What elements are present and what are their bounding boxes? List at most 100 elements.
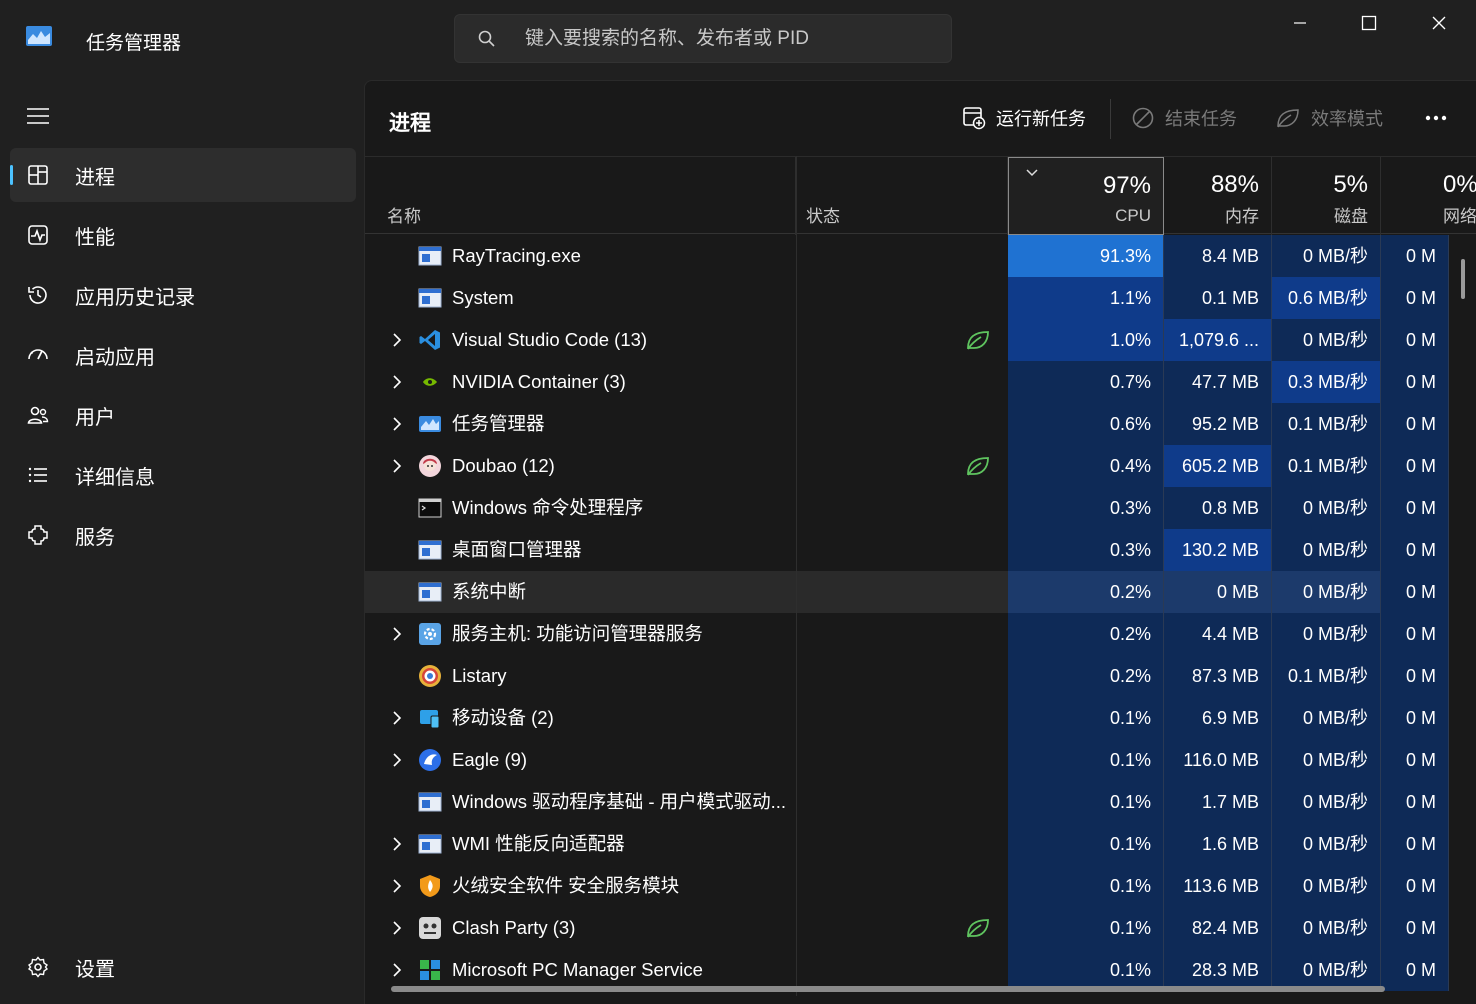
chevron-right-icon[interactable] <box>389 416 405 432</box>
table-row[interactable]: Windows 命令处理程序 0.3% 0.8 MB 0 MB/秒 0 M <box>365 487 1476 529</box>
sidebar-item-services[interactable]: 服务 <box>10 508 356 562</box>
memory-cell: 130.2 MB <box>1164 529 1272 571</box>
disk-cell: 0 MB/秒 <box>1272 319 1381 361</box>
chevron-right-icon[interactable] <box>389 374 405 390</box>
horizontal-scrollbar[interactable] <box>391 986 1385 992</box>
process-name: RayTracing.exe <box>452 245 581 266</box>
end-task-button[interactable]: 结束任务 <box>1131 101 1237 135</box>
chevron-right-icon[interactable] <box>389 752 405 768</box>
table-row[interactable]: Clash Party (3) 0.1% 82.4 MB 0 MB/秒 0 M <box>365 907 1476 949</box>
hamburger-menu-icon[interactable] <box>24 104 54 126</box>
memory-cell: 1.7 MB <box>1164 781 1272 823</box>
chevron-right-icon[interactable] <box>389 332 405 348</box>
table-row[interactable]: NVIDIA Container (3) 0.7% 47.7 MB 0.3 MB/秒 0… <box>365 361 1476 403</box>
table-row[interactable]: 服务主机: 功能访问管理器服务 0.2% 4.4 MB 0 MB/秒 0 M <box>365 613 1476 655</box>
cpu-total-percent: 97% <box>1102 172 1151 199</box>
processes-panel: 进程 运行新任务 结束任务 效率模式 名称 状态 97% CPU 88% 内存 … <box>364 80 1476 1004</box>
column-header-label: CPU <box>1115 206 1151 225</box>
performance-icon <box>28 225 48 245</box>
window-app-icon <box>418 288 442 308</box>
table-row[interactable]: WMI 性能反向适配器 0.1% 1.6 MB 0 MB/秒 0 M <box>365 823 1476 865</box>
disk-cell: 0.3 MB/秒 <box>1272 361 1381 403</box>
efficiency-mode-leaf-icon <box>967 919 989 938</box>
table-row[interactable]: System 1.1% 0.1 MB 0.6 MB/秒 0 M <box>365 277 1476 319</box>
column-header-disk[interactable]: 5% 磁盘 <box>1272 157 1381 235</box>
search-box[interactable] <box>454 14 952 63</box>
chevron-right-icon[interactable] <box>389 920 405 936</box>
memory-cell: 82.4 MB <box>1164 907 1272 949</box>
column-header-name[interactable]: 名称 <box>365 157 796 235</box>
chevron-right-icon[interactable] <box>389 836 405 852</box>
more-options-icon[interactable] <box>1423 103 1453 133</box>
memory-cell: 95.2 MB <box>1164 403 1272 445</box>
chevron-right-icon[interactable] <box>389 626 405 642</box>
cpu-cell: 0.2% <box>1008 613 1164 655</box>
sidebar-item-settings[interactable]: 设置 <box>10 940 356 994</box>
clash-icon <box>419 917 441 939</box>
minimize-button[interactable] <box>1265 0 1335 46</box>
disk-cell: 0 MB/秒 <box>1272 781 1381 823</box>
cpu-cell: 0.3% <box>1008 487 1164 529</box>
cpu-cell: 0.1% <box>1008 739 1164 781</box>
processes-icon <box>28 165 48 185</box>
efficiency-mode-label: 效率模式 <box>1311 109 1383 129</box>
leaf-icon <box>1277 109 1299 128</box>
cpu-cell: 0.1% <box>1008 823 1164 865</box>
mobile-device-icon <box>420 710 440 729</box>
table-row[interactable]: Windows 驱动程序基础 - 用户模式驱动... 0.1% 1.7 MB 0 MB… <box>365 781 1476 823</box>
doubao-icon <box>419 455 441 477</box>
table-row[interactable]: 桌面窗口管理器 0.3% 130.2 MB 0 MB/秒 0 M <box>365 529 1476 571</box>
chevron-right-icon[interactable] <box>389 458 405 474</box>
network-cell: 0 M <box>1381 277 1449 319</box>
disk-cell: 0 MB/秒 <box>1272 235 1381 277</box>
search-input[interactable] <box>525 23 935 55</box>
window-app-icon <box>418 834 442 854</box>
chevron-right-icon[interactable] <box>389 962 405 978</box>
table-row[interactable]: Eagle (9) 0.1% 116.0 MB 0 MB/秒 0 M <box>365 739 1476 781</box>
table-row[interactable]: Listary 0.2% 87.3 MB 0.1 MB/秒 0 M <box>365 655 1476 697</box>
chevron-right-icon[interactable] <box>389 710 405 726</box>
sidebar-item-users[interactable]: 用户 <box>10 388 356 442</box>
sidebar-item-details[interactable]: 详细信息 <box>10 448 356 502</box>
column-header-cpu[interactable]: 97% CPU <box>1008 157 1164 235</box>
table-row[interactable]: 移动设备 (2) 0.1% 6.9 MB 0 MB/秒 0 M <box>365 697 1476 739</box>
maximize-button[interactable] <box>1334 0 1404 46</box>
table-row[interactable]: Microsoft PC Manager Service 0.1% 28.3 MB 0… <box>365 949 1476 991</box>
run-new-task-button[interactable]: 运行新任务 <box>962 101 1086 135</box>
sidebar-item-processes[interactable]: 进程 <box>10 148 356 202</box>
process-name: 火绒安全软件 安全服务模块 <box>452 875 680 896</box>
table-row[interactable]: 系统中断 0.2% 0 MB 0 MB/秒 0 M <box>365 571 1476 613</box>
column-header-status[interactable]: 状态 <box>796 157 1008 235</box>
sidebar-item-performance[interactable]: 性能 <box>10 208 356 262</box>
end-task-label: 结束任务 <box>1165 109 1237 129</box>
column-header-memory[interactable]: 88% 内存 <box>1164 157 1272 235</box>
table-row[interactable]: 任务管理器 0.6% 95.2 MB 0.1 MB/秒 0 M <box>365 403 1476 445</box>
app-title: 任务管理器 <box>86 33 182 54</box>
table-row[interactable]: Visual Studio Code (13) 1.0% 1,079.6 ... 0 … <box>365 319 1476 361</box>
network-cell: 0 M <box>1381 697 1449 739</box>
network-cell: 0 M <box>1381 655 1449 697</box>
process-name: 移动设备 (2) <box>452 707 554 728</box>
process-name: Windows 驱动程序基础 - 用户模式驱动... <box>452 791 787 812</box>
disk-cell: 0 MB/秒 <box>1272 613 1381 655</box>
chevron-right-icon[interactable] <box>389 878 405 894</box>
process-name: Visual Studio Code (13) <box>452 329 648 350</box>
sidebar-item-startup-apps[interactable]: 启动应用 <box>10 328 356 382</box>
cpu-cell: 0.1% <box>1008 781 1164 823</box>
table-row[interactable]: RayTracing.exe 91.3% 8.4 MB 0 MB/秒 0 M <box>365 235 1476 277</box>
network-cell: 0 M <box>1381 235 1449 277</box>
service-host-icon <box>419 623 441 645</box>
disk-cell: 0 MB/秒 <box>1272 823 1381 865</box>
efficiency-mode-button[interactable]: 效率模式 <box>1275 101 1383 135</box>
column-header-network[interactable]: 0% 网络 <box>1381 157 1476 235</box>
memory-cell: 0 MB <box>1164 571 1272 613</box>
table-row[interactable]: 火绒安全软件 安全服务模块 0.1% 113.6 MB 0 MB/秒 0 M <box>365 865 1476 907</box>
process-name: Eagle (9) <box>452 749 528 770</box>
process-name: Clash Party (3) <box>452 917 576 938</box>
table-row[interactable]: Doubao (12) 0.4% 605.2 MB 0.1 MB/秒 0 M <box>365 445 1476 487</box>
efficiency-mode-leaf-icon <box>967 457 989 476</box>
close-button[interactable] <box>1404 0 1474 46</box>
sidebar-item-app-history[interactable]: 应用历史记录 <box>10 268 356 322</box>
maximize-icon <box>1361 15 1377 31</box>
vertical-scrollbar[interactable] <box>1461 259 1465 299</box>
